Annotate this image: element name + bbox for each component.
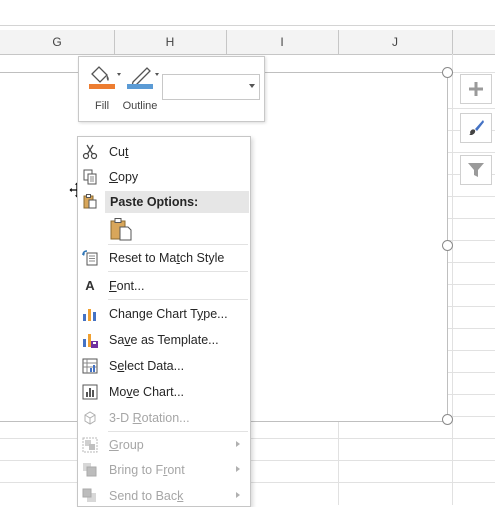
column-header-i[interactable]: I	[226, 30, 339, 54]
context-menu: Cut Copy Paste Options: Reset to Match S…	[77, 136, 251, 507]
paste-options-header: Paste Options:	[105, 191, 249, 213]
menu-item-send-to-back[interactable]: Send to Back	[78, 484, 250, 506]
column-header-g[interactable]: G	[0, 30, 115, 54]
menu-item-change-chart-type[interactable]: Change Chart Type...	[78, 302, 250, 326]
scissors-icon	[82, 144, 98, 160]
chevron-down-icon	[249, 84, 255, 88]
menu-item-3d-rotation[interactable]: 3-D Rotation...	[78, 406, 250, 430]
menu-item-move-chart[interactable]: Move Chart...	[78, 380, 250, 404]
menu-item-select-data[interactable]: Select Data...	[78, 354, 250, 378]
select-data-icon	[82, 358, 98, 374]
submenu-arrow-icon	[236, 466, 240, 472]
outline-button[interactable]: Outline	[121, 62, 159, 112]
brush-icon	[469, 120, 484, 135]
paste-option-keep-formatting[interactable]	[108, 216, 134, 242]
font-icon: A	[85, 278, 95, 293]
bring-front-icon	[83, 463, 97, 477]
column-header-h[interactable]: H	[114, 30, 227, 54]
submenu-arrow-icon	[236, 492, 240, 498]
resize-handle-bottom-right[interactable]	[442, 414, 453, 425]
chart-type-icon	[83, 309, 96, 321]
reset-style-icon	[82, 250, 98, 266]
group-icon	[82, 437, 98, 453]
chart-filters-button[interactable]	[460, 155, 492, 185]
formula-bar-area	[0, 0, 495, 26]
menu-item-save-template[interactable]: Save as Template...	[78, 328, 250, 352]
outline-label: Outline	[122, 100, 158, 112]
save-template-icon	[83, 334, 98, 348]
chart-styles-button[interactable]	[460, 113, 492, 143]
menu-item-bring-to-front[interactable]: Bring to Front	[78, 458, 250, 482]
submenu-arrow-icon	[236, 441, 240, 447]
pen-icon	[127, 67, 159, 89]
resize-handle-right[interactable]	[442, 240, 453, 251]
chart-elements-button[interactable]	[460, 74, 492, 104]
paste-clipboard-icon	[110, 218, 132, 241]
paint-bucket-icon	[89, 66, 121, 89]
cube-icon	[84, 411, 96, 425]
format-mini-toolbar: Fill Outline	[78, 56, 265, 122]
menu-item-cut[interactable]: Cut	[78, 140, 250, 164]
paste-options-label: Paste Options:	[110, 195, 199, 209]
copy-icon	[83, 169, 97, 185]
fill-button[interactable]: Fill	[83, 62, 121, 112]
plus-icon	[469, 82, 483, 96]
column-header-row: G H I J	[0, 30, 495, 55]
menu-item-font[interactable]: A Font...	[78, 274, 250, 298]
resize-handle-top-right[interactable]	[442, 67, 453, 78]
chart-element-selector[interactable]	[162, 74, 260, 100]
menu-item-group[interactable]: Group	[78, 433, 250, 457]
send-back-icon	[82, 488, 96, 502]
funnel-icon	[468, 163, 484, 177]
menu-item-reset-style[interactable]: Reset to Match Style	[78, 246, 250, 270]
move-chart-icon	[82, 384, 98, 400]
fill-label: Fill	[94, 100, 110, 112]
clipboard-icon	[83, 194, 97, 209]
column-header-j[interactable]: J	[338, 30, 453, 54]
menu-item-copy[interactable]: Copy	[78, 165, 250, 189]
